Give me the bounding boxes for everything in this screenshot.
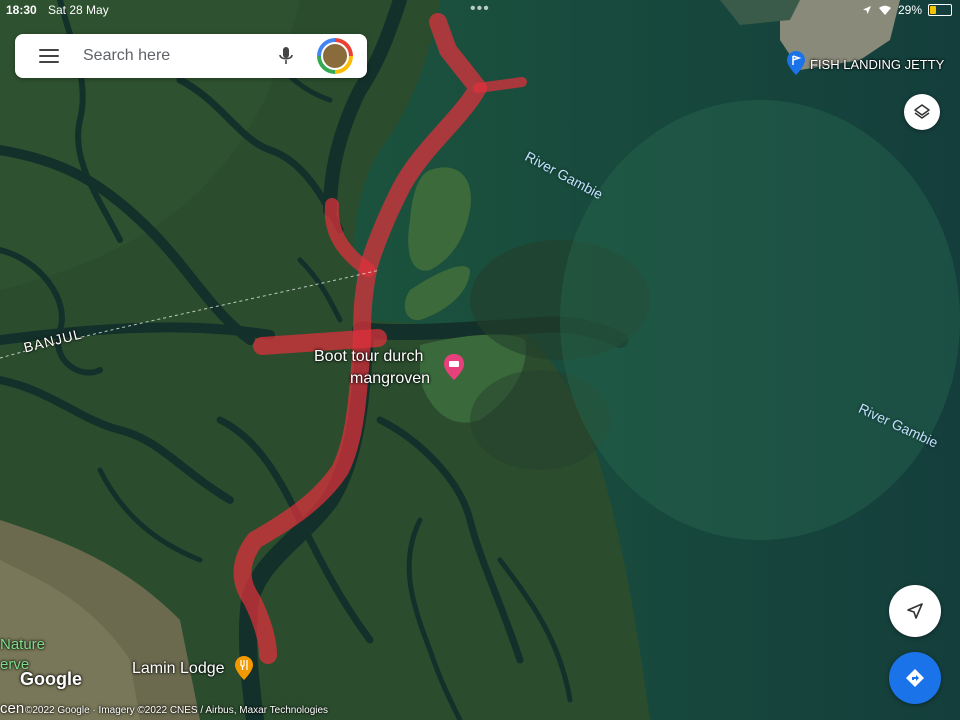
pink-pin-icon — [444, 354, 464, 380]
satellite-map[interactable] — [0, 0, 960, 720]
layers-icon — [914, 104, 930, 119]
fish-landing-label[interactable]: FISH LANDING JETTY — [810, 57, 944, 72]
status-right: 29% — [862, 3, 952, 17]
navigate-icon — [907, 603, 923, 619]
status-bar: 18:30 Sat 28 May ••• 29% — [0, 0, 960, 20]
bottom-left-label: cen — [0, 700, 25, 717]
battery-icon — [928, 4, 952, 16]
restaurant-pin-icon — [235, 656, 253, 680]
boot-tour-label-line1[interactable]: Boot tour durch — [314, 348, 423, 366]
boot-tour-label-line2[interactable]: mangroven — [350, 370, 430, 388]
directions-button[interactable] — [889, 652, 941, 704]
multitasking-dots[interactable]: ••• — [470, 0, 490, 18]
wifi-icon — [878, 5, 891, 15]
fish-landing-pin[interactable] — [787, 51, 805, 80]
search-bar[interactable]: Search here — [15, 34, 367, 78]
location-arrow-icon — [862, 6, 871, 14]
flag-pin-icon — [787, 51, 805, 75]
battery-percent: 29% — [897, 3, 922, 17]
lamin-lodge-label[interactable]: Lamin Lodge — [132, 660, 225, 678]
avatar[interactable] — [317, 38, 353, 74]
google-logo: Google — [20, 669, 82, 689]
mic-icon[interactable] — [277, 46, 295, 66]
search-input[interactable]: Search here — [83, 47, 170, 65]
my-location-button[interactable] — [889, 585, 941, 637]
layers-button[interactable] — [904, 94, 940, 130]
boot-tour-pin[interactable] — [444, 354, 464, 385]
status-date: Sat 28 May — [48, 3, 109, 17]
map-attribution[interactable]: ©2022 Google · Imagery ©2022 CNES / Airb… — [25, 705, 328, 716]
status-time: 18:30 — [6, 3, 37, 17]
nature-reserve-label-line1[interactable]: Nature — [0, 636, 45, 653]
lamin-lodge-pin[interactable] — [235, 656, 253, 685]
directions-icon — [906, 669, 924, 687]
menu-icon[interactable] — [39, 49, 59, 63]
